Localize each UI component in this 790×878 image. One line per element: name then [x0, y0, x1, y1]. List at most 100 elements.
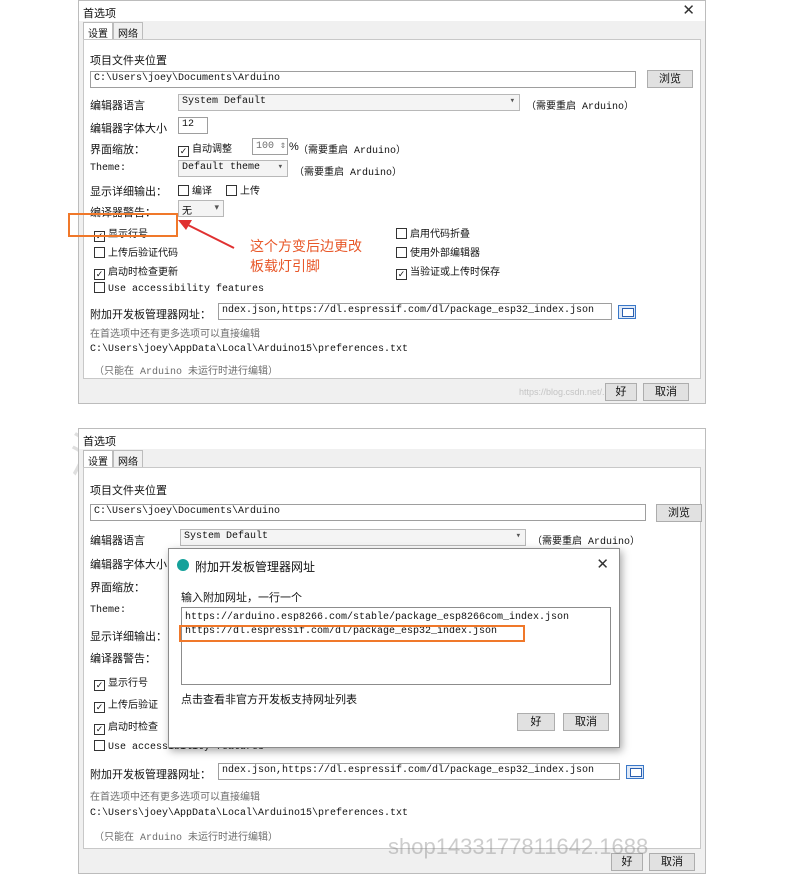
- unofficial-boards-link[interactable]: 点击查看非官方开发板支持网址列表: [181, 691, 357, 707]
- checkbox-empty-icon: [226, 185, 237, 196]
- sketchbook-path-input[interactable]: C:\Users\joey\Documents\Arduino: [90, 71, 636, 88]
- save-on-verify-checkbox[interactable]: ✓ 当验证或上传时保存: [396, 263, 500, 280]
- boards-url-input[interactable]: ndex.json,https://dl.espressif.com/dl/pa…: [218, 763, 620, 780]
- verify-after-upload-checkbox[interactable]: 上传后验证代码: [94, 244, 178, 259]
- browse-button[interactable]: 浏览: [656, 504, 702, 522]
- close-icon[interactable]: ✕: [682, 1, 695, 19]
- preferences-window-top: 首选项 ✕ 设置 网络 项目文件夹位置 C:\Users\joey\Documen…: [78, 0, 706, 404]
- ok-button[interactable]: 好: [605, 383, 637, 401]
- checkbox-checked-icon: ✓: [94, 724, 105, 735]
- external-editor-label: 使用外部编辑器: [410, 248, 480, 259]
- check-updates-label: 启动时检查: [108, 722, 158, 733]
- arduino-logo-icon: [177, 559, 189, 571]
- language-select[interactable]: System Default ▾: [180, 529, 526, 546]
- external-editor-checkbox[interactable]: 使用外部编辑器: [396, 244, 480, 259]
- annotation-line-2: 板载灯引脚: [250, 258, 320, 274]
- scale-label: 界面缩放：: [90, 144, 145, 156]
- verify-after-upload-label: 上传后验证代码: [108, 248, 178, 259]
- checkbox-checked-icon: ✓: [94, 269, 105, 280]
- accessibility-checkbox[interactable]: Use accessibility features: [94, 282, 264, 295]
- esp32-url-highlight: [179, 625, 525, 642]
- language-label: 编辑器语言: [90, 100, 145, 112]
- shop-watermark: shop1433177811642.1688: [388, 834, 649, 859]
- language-value: System Default: [182, 96, 267, 107]
- theme-label: Theme:: [90, 163, 127, 174]
- cancel-button[interactable]: 取消: [643, 383, 689, 401]
- url-line: https://arduino.esp8266.com/stable/packa…: [185, 612, 570, 623]
- blog-watermark: https://blog.csdn.net/...: [519, 387, 610, 397]
- check-updates-checkbox[interactable]: ✓ 启动时检查更新: [94, 263, 178, 280]
- chevron-down-icon: ▾: [214, 202, 219, 212]
- settings-panel: 项目文件夹位置 C:\Users\joey\Documents\Arduino …: [83, 39, 701, 379]
- edit-window-icon[interactable]: [626, 765, 644, 779]
- language-select[interactable]: System Default ▾: [178, 94, 520, 111]
- checkbox-empty-icon: [94, 282, 105, 293]
- verify-after-upload-checkbox[interactable]: ✓ 上传后验证: [94, 696, 158, 713]
- scale-label: 界面缩放：: [90, 582, 145, 594]
- sketchbook-path-input[interactable]: C:\Users\joey\Documents\Arduino: [90, 504, 646, 521]
- font-size-label: 编辑器字体大小: [90, 559, 167, 571]
- more-prefs-note: 在首选项中还有更多选项可以直接编辑: [90, 792, 260, 803]
- language-value: System Default: [184, 531, 269, 542]
- checkbox-checked-icon: ✓: [94, 680, 105, 691]
- checkbox-empty-icon: [178, 185, 189, 196]
- window-title: 首选项: [83, 8, 116, 20]
- arrow-icon: [178, 220, 235, 249]
- theme-restart-note: （需要重启 Arduino）: [294, 168, 403, 179]
- checkbox-checked-icon: ✓: [94, 702, 105, 713]
- verbose-upload-checkbox[interactable]: 上传: [226, 182, 260, 197]
- font-size-input[interactable]: 12: [178, 117, 208, 134]
- urls-textarea[interactable]: https://arduino.esp8266.com/stable/packa…: [181, 607, 611, 685]
- spinner-icon: ⇕: [280, 141, 287, 152]
- boards-url-dialog: 附加开发板管理器网址 ✕ 输入附加网址，一行一个 https://arduino…: [168, 548, 620, 748]
- more-prefs-note: 在首选项中还有更多选项可以直接编辑: [90, 329, 260, 340]
- verbose-label: 显示详细输出：: [90, 186, 167, 198]
- theme-select[interactable]: Default theme ▾: [178, 160, 288, 177]
- verbose-upload-label: 上传: [240, 186, 260, 197]
- accessibility-label: Use accessibility features: [108, 284, 265, 295]
- tab-bar: 设置 网络: [83, 450, 143, 470]
- verbose-compile-label: 编译: [192, 186, 212, 197]
- restart-note: （需要重启 Arduino）: [526, 102, 635, 113]
- boards-url-label: 附加开发板管理器网址：: [90, 769, 211, 781]
- dialog-title: 附加开发板管理器网址: [195, 560, 316, 574]
- edit-window-icon[interactable]: [618, 305, 636, 319]
- annotation-text: 这个方变后边更改 板载灯引脚: [250, 236, 362, 276]
- show-line-numbers-label: 显示行号: [108, 678, 148, 689]
- sketchbook-label: 项目文件夹位置: [90, 485, 167, 497]
- scale-restart-note: （需要重启 Arduino）: [298, 146, 407, 157]
- auto-scale-checkbox[interactable]: ✓ 自动调整: [178, 140, 232, 157]
- checkbox-checked-icon: ✓: [396, 269, 407, 280]
- scale-percent-input[interactable]: 100 ⇕: [252, 138, 288, 155]
- check-updates-checkbox[interactable]: ✓ 启动时检查: [94, 718, 158, 735]
- title-bar: 首选项 ✕: [79, 1, 705, 21]
- cancel-button[interactable]: 取消: [649, 853, 695, 871]
- edit-note: （只能在 Arduino 未运行时进行编辑）: [94, 367, 279, 378]
- restart-note: （需要重启 Arduino）: [532, 537, 641, 548]
- show-line-numbers-checkbox[interactable]: ✓ 显示行号: [94, 674, 148, 691]
- dialog-prompt: 输入附加网址，一行一个: [181, 592, 302, 604]
- window-title: 首选项: [83, 436, 116, 448]
- cancel-button[interactable]: 取消: [563, 713, 609, 731]
- browse-button[interactable]: 浏览: [647, 70, 693, 88]
- boards-url-input[interactable]: ndex.json,https://dl.espressif.com/dl/pa…: [218, 303, 612, 320]
- annotation-line-1: 这个方变后边更改: [250, 238, 362, 254]
- line-numbers-highlight: [68, 213, 178, 237]
- ok-button[interactable]: 好: [517, 713, 555, 731]
- prefs-file-path: C:\Users\joey\AppData\Local\Arduino15\pr…: [90, 344, 409, 355]
- code-folding-label: 启用代码折叠: [410, 229, 470, 240]
- auto-scale-label: 自动调整: [192, 144, 232, 155]
- warnings-select[interactable]: 无 ▾: [178, 200, 224, 217]
- sketchbook-label: 项目文件夹位置: [90, 55, 167, 67]
- code-folding-checkbox[interactable]: 启用代码折叠: [396, 225, 470, 240]
- checkbox-empty-icon: [94, 247, 105, 258]
- verbose-compile-checkbox[interactable]: 编译: [178, 182, 212, 197]
- checkbox-empty-icon: [94, 740, 105, 751]
- chevron-down-icon: ▾: [515, 531, 521, 541]
- boards-url-label: 附加开发板管理器网址：: [90, 309, 211, 321]
- warnings-label: 编译器警告：: [90, 653, 156, 665]
- verify-after-upload-label: 上传后验证: [108, 700, 158, 711]
- theme-value: Default theme: [182, 162, 261, 173]
- checkbox-checked-icon: ✓: [178, 146, 189, 157]
- close-icon[interactable]: ✕: [596, 555, 609, 573]
